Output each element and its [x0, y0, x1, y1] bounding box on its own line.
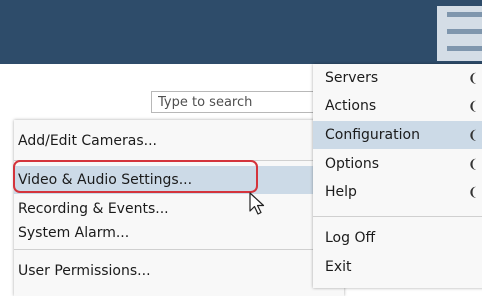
hamburger-bar-bottom	[447, 46, 482, 51]
submenu-indicator-icon: ❨	[467, 71, 478, 85]
hamburger-bar-top	[447, 12, 482, 17]
mouse-pointer-icon	[249, 192, 265, 215]
submenu-indicator-icon: ❨	[467, 128, 478, 142]
search-input[interactable]	[151, 91, 315, 113]
menu-item-actions[interactable]: Actions ❨	[313, 92, 482, 120]
top-header-bar	[0, 0, 482, 64]
menu-item-user-permissions[interactable]: User Permissions...	[14, 257, 344, 285]
menu-item-servers[interactable]: Servers ❨	[313, 64, 482, 92]
hamburger-bar-middle	[447, 29, 482, 34]
menu-item-options[interactable]: Options ❨	[313, 150, 482, 178]
highlight-annotation	[13, 160, 258, 193]
menu-separator	[313, 216, 482, 217]
hamburger-menu-icon[interactable]	[437, 6, 482, 61]
menu-separator	[14, 249, 344, 250]
menu-item-add-edit-cameras[interactable]: Add/Edit Cameras...	[14, 127, 344, 155]
menu-item-configuration[interactable]: Configuration ❨	[313, 121, 482, 149]
main-dropdown-menu: Servers ❨ Actions ❨ Configuration ❨ Opti…	[313, 64, 482, 288]
menu-item-exit[interactable]: Exit	[313, 253, 482, 281]
menu-item-system-alarm[interactable]: System Alarm...	[14, 219, 344, 247]
menu-item-label: Options	[325, 156, 380, 172]
submenu-indicator-icon: ❨	[467, 157, 478, 171]
menu-item-label: Configuration	[325, 127, 420, 143]
configuration-submenu: Add/Edit Cameras... Video & Audio Settin…	[14, 120, 344, 296]
menu-item-label: Servers	[325, 70, 379, 86]
menu-item-log-off[interactable]: Log Off	[313, 224, 482, 252]
menu-item-label: Actions	[325, 98, 377, 114]
submenu-indicator-icon: ❨	[467, 99, 478, 113]
submenu-indicator-icon: ❨	[467, 185, 478, 199]
menu-item-label: Help	[325, 184, 357, 200]
menu-item-help[interactable]: Help ❨	[313, 178, 482, 206]
